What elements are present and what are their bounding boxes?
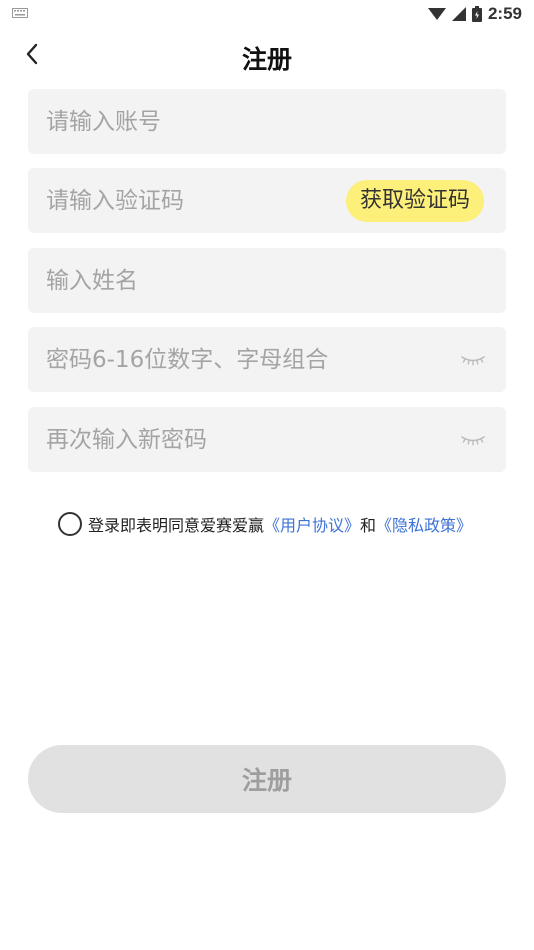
eye-closed-icon[interactable] [460,349,486,369]
agreement-checkbox[interactable] [58,512,82,536]
status-time: 2:59 [487,4,522,23]
eye-closed-icon[interactable] [460,429,486,449]
account-field [28,89,506,154]
agreement-and: 和 [360,516,377,535]
name-input[interactable] [28,248,506,313]
password-input[interactable] [28,327,506,392]
code-field: 获取验证码 [28,168,506,233]
nav-bar: 注册 [0,30,534,86]
page-title: 注册 [241,45,292,74]
confirm-password-field [28,407,506,472]
agreement-prefix: 登录即表明同意爱赛爱赢 [88,516,265,535]
privacy-policy-link[interactable]: 《隐私政策》 [376,512,472,536]
wifi-icon [427,8,446,20]
signal-icon [451,7,466,21]
keyboard-icon [12,8,28,18]
name-field [28,248,506,313]
get-code-button[interactable]: 获取验证码 [345,180,484,222]
battery-icon [471,6,482,22]
account-input[interactable] [28,89,506,154]
user-agreement-link[interactable]: 《用户协议》 [264,512,360,536]
system-icons: 2:59 [427,4,522,24]
confirm-password-input[interactable] [28,407,506,472]
password-field [28,327,506,392]
register-button[interactable]: 注册 [28,745,506,813]
status-bar: 2:59 [0,0,534,28]
agreement-row: 登录即表明同意爱赛爱赢 《用户协议》 和 《隐私政策》 [58,510,472,538]
